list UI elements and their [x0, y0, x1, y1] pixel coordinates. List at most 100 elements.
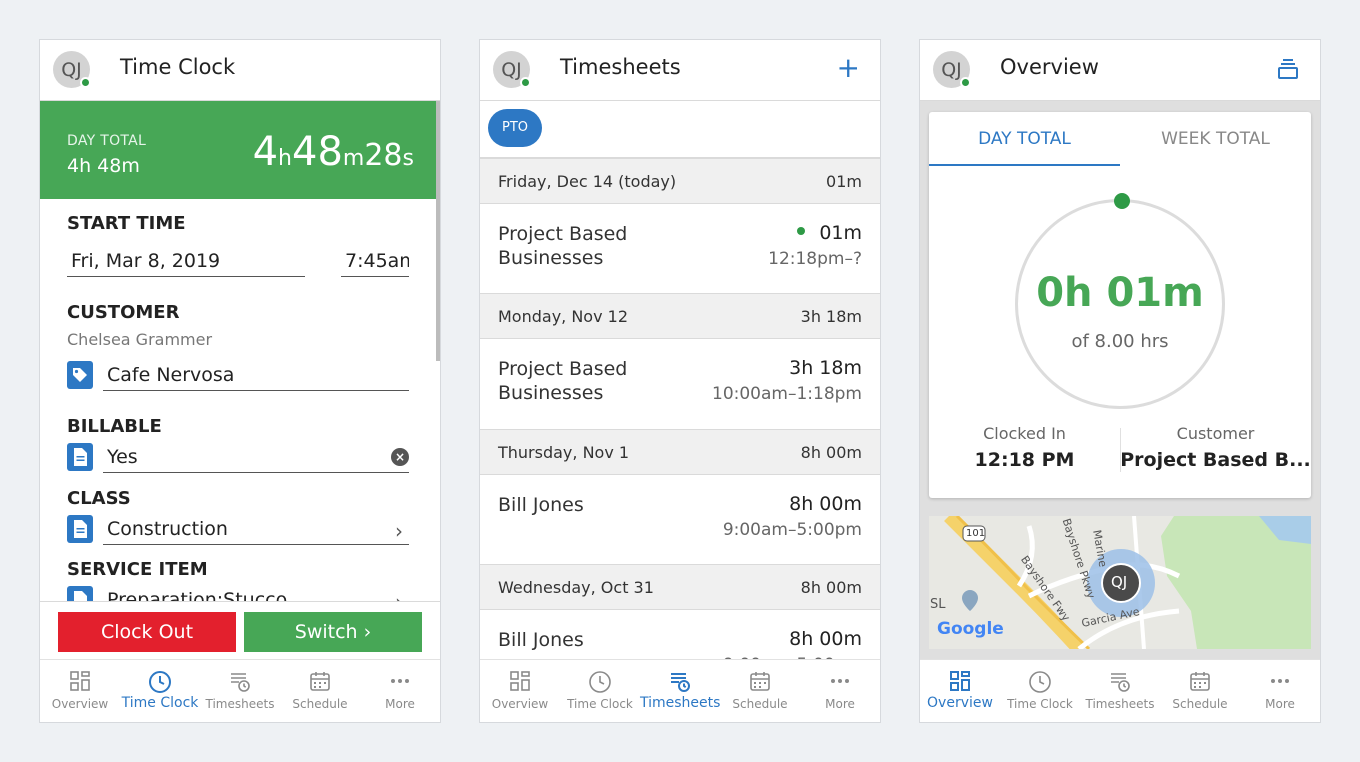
tag-icon [67, 361, 93, 389]
page-title: Timesheets [560, 55, 681, 79]
chevron-right-icon: › [395, 519, 403, 543]
scrollbar[interactable] [436, 101, 440, 361]
entry-duration-value: 01m [819, 222, 862, 244]
billable-value: Yes [107, 446, 138, 468]
timesheet-entry[interactable]: Bill Jones 8h 00m 9:00am–5:00pm [480, 475, 880, 565]
timesheet-icon [231, 673, 250, 692]
start-date-field[interactable]: Fri, Mar 8, 2019 [67, 247, 305, 277]
page-title: Time Clock [120, 55, 236, 79]
tab-overview[interactable]: Overview [920, 660, 1000, 722]
entry-duration: 8h 00m [789, 493, 862, 515]
tab-more[interactable]: More [1240, 660, 1320, 722]
customer-name: Chelsea Grammer [67, 330, 213, 349]
clear-icon[interactable]: × [391, 448, 409, 466]
start-time-field[interactable]: 7:45am [341, 247, 409, 277]
customer-field[interactable]: Cafe Nervosa [103, 361, 409, 391]
worked-total: 0h 01m [1036, 270, 1204, 316]
timer-seconds-unit: s [402, 146, 414, 171]
document-icon [67, 515, 93, 543]
tab-more[interactable]: More [800, 660, 880, 722]
document-icon [67, 443, 93, 471]
day-header: Thursday, Nov 1 8h 00m [480, 429, 880, 475]
tab-timesheets[interactable]: Timesheets [200, 660, 280, 722]
grid-icon [950, 671, 970, 691]
entry-duration: 01m [797, 222, 862, 244]
tab-label: Timesheets [640, 695, 721, 711]
target-hours: of 8.00 hrs [1071, 331, 1169, 352]
online-status-dot [80, 77, 91, 88]
tab-schedule[interactable]: Schedule [1160, 660, 1240, 722]
timesheet-entry[interactable]: Project Based Businesses 01m 12:18pm–? [480, 204, 880, 294]
pto-chip[interactable]: PTO [488, 109, 543, 147]
customer-label: Customer [1176, 424, 1255, 443]
tab-time-clock[interactable]: Time Clock [120, 660, 200, 722]
tab-overview[interactable]: Overview [40, 660, 120, 722]
tab-label: More [825, 697, 855, 711]
clock-icon [1029, 671, 1051, 693]
tab-label: Time Clock [567, 697, 633, 711]
grid-icon [510, 671, 530, 691]
time-clock-screen: QJ Time Clock DAY TOTAL 4h 48m 4h48m28s … [39, 39, 441, 723]
add-icon[interactable]: + [837, 52, 860, 84]
tab-day-total[interactable]: DAY TOTAL [929, 112, 1120, 166]
day-total: 01m [826, 172, 862, 191]
billable-field[interactable]: Yes × [103, 443, 409, 473]
tab-time-clock[interactable]: Time Clock [560, 660, 640, 722]
clock-out-button[interactable]: Clock Out [58, 612, 236, 652]
top-bar: QJ Timesheets + [480, 40, 880, 101]
day-label: Wednesday, Oct 31 [498, 578, 654, 597]
map-avatar-initials: QJ [1111, 573, 1128, 591]
running-timer: 4h48m28s [253, 129, 414, 175]
timesheet-entry[interactable]: Project Based Businesses 3h 18m 10:00am–1:… [480, 339, 880, 429]
timesheets-screen: QJ Timesheets + PTO Friday, Dec 14 (toda… [479, 39, 881, 723]
tab-timesheets[interactable]: Timesheets [1080, 660, 1160, 722]
grid-icon [70, 671, 90, 691]
customer-stat: Customer Project Based B... [1120, 424, 1311, 471]
location-map[interactable]: 101 Bayshore Fwy Bayshore Pkwy Garcia Av… [929, 516, 1311, 649]
tab-label: Time Clock [121, 695, 199, 711]
entry-range: 12:18pm–? [768, 249, 862, 269]
avatar[interactable]: QJ [493, 51, 531, 88]
tab-label: Schedule [732, 697, 788, 711]
customer-label: CUSTOMER [67, 302, 180, 323]
avatar-initials: QJ [501, 58, 522, 81]
progress-knob [1114, 193, 1130, 209]
google-logo: Google [937, 619, 1004, 639]
avatar[interactable]: QJ [53, 51, 91, 88]
more-dots-icon [1271, 679, 1289, 683]
day-label: Thursday, Nov 1 [498, 443, 630, 462]
timer-minutes-unit: m [342, 146, 365, 171]
entry-range: 10:00am–1:18pm [712, 384, 862, 404]
more-dots-icon [831, 679, 849, 683]
calendar-icon [1190, 672, 1210, 691]
timer-hours: 4 [252, 129, 279, 175]
tab-schedule[interactable]: Schedule [720, 660, 800, 722]
tab-timesheets[interactable]: Timesheets [640, 660, 721, 722]
class-field[interactable]: Construction › [103, 515, 409, 545]
stack-icon[interactable] [1276, 57, 1300, 81]
tab-label: Overview [927, 695, 993, 711]
entry-range: 9:00am–5:00pm [722, 520, 862, 540]
tab-schedule[interactable]: Schedule [280, 660, 360, 722]
online-status-dot [960, 77, 971, 88]
tab-label: Timesheets [1085, 697, 1155, 711]
bottom-tab-bar: Overview Time Clock Timesheets Schedule … [920, 659, 1320, 722]
switch-button[interactable]: Switch › [244, 612, 422, 652]
top-bar: QJ Time Clock [40, 40, 440, 101]
tab-week-total[interactable]: WEEK TOTAL [1120, 112, 1311, 166]
class-value: Construction [107, 518, 228, 540]
day-total-banner: DAY TOTAL 4h 48m 4h48m28s [40, 101, 438, 199]
tab-label: More [1265, 697, 1295, 711]
top-bar: QJ Overview [920, 40, 1320, 101]
avatar[interactable]: QJ [933, 51, 971, 88]
tab-more[interactable]: More [360, 660, 440, 722]
day-total: 8h 00m [800, 578, 862, 597]
tab-overview[interactable]: Overview [480, 660, 560, 722]
summary-card: DAY TOTAL WEEK TOTAL 0h 01m of 8.00 hrs … [929, 112, 1311, 498]
tab-label: Schedule [1172, 697, 1228, 711]
avatar-initials: QJ [61, 58, 82, 81]
entry-name: Bill Jones [498, 629, 584, 651]
calendar-icon [310, 672, 330, 691]
tab-time-clock[interactable]: Time Clock [1000, 660, 1080, 722]
progress-ring: 0h 01m of 8.00 hrs [1015, 193, 1225, 409]
